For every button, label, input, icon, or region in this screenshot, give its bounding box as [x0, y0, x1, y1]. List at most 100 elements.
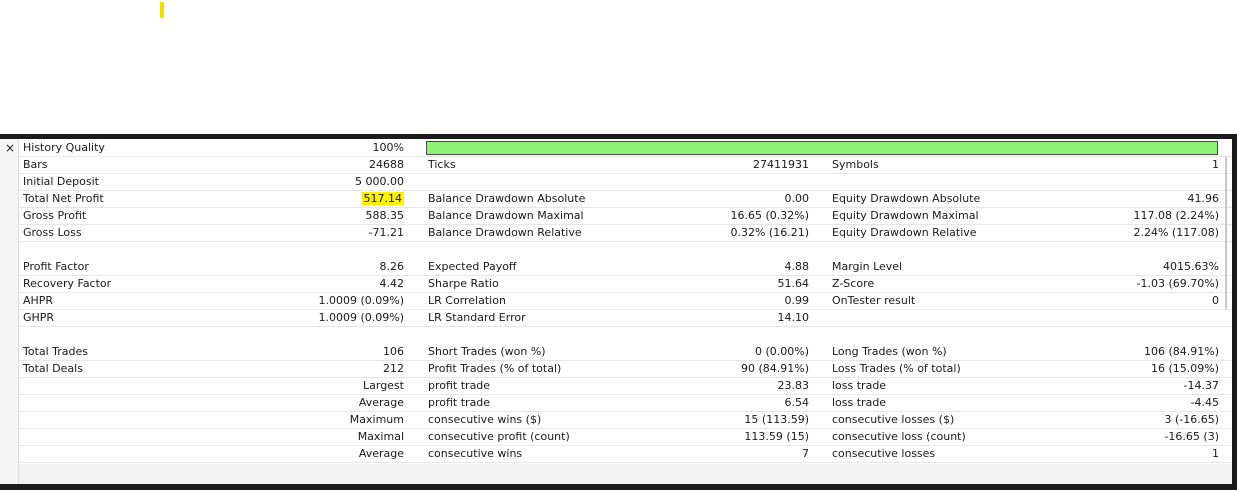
stat-value: 106	[383, 345, 404, 358]
stat-value: 16.65 (0.32%)	[730, 209, 809, 222]
table-row: Recovery Factor 4.42 Sharpe Ratio 51.64 Z-Sc…	[19, 275, 1232, 293]
table-row: GHPR 1.0009 (0.09%) LR Standard Error 14.10	[19, 309, 1232, 327]
cell-value: 14.10	[579, 309, 810, 326]
highlight-marker	[160, 2, 164, 18]
cell-value: 15 (113.59)	[579, 411, 809, 428]
stat-value: 8.26	[379, 260, 405, 273]
stat-label: LR Standard Error	[428, 311, 526, 324]
stat-value: -16.65 (3)	[1164, 430, 1219, 443]
stat-label: consecutive wins	[428, 447, 523, 460]
cell-value: Maximal	[249, 428, 404, 445]
stat-value: -1.03 (69.70%)	[1136, 277, 1219, 290]
cell-value: 1	[979, 445, 1219, 462]
stat-label: Sharpe Ratio	[428, 277, 499, 290]
stat-label: Gross Profit	[23, 209, 87, 222]
cell-value: Maximum	[249, 411, 404, 428]
cell-value: 24688	[249, 156, 404, 173]
cell-value: 0.99	[579, 292, 810, 309]
stat-value: 0.00	[784, 192, 810, 205]
stat-label: profit trade	[428, 396, 491, 409]
cell-value: 16 (15.09%)	[979, 360, 1219, 377]
cell-value: -4.45	[979, 394, 1219, 411]
cell-value: 0	[979, 292, 1219, 309]
stat-label: Recovery Factor	[23, 277, 112, 290]
cell-value: 517.14	[249, 190, 404, 207]
net-profit-highlight: 517.14	[361, 192, 404, 205]
history-quality-bar	[426, 141, 1218, 155]
cell-value: 106	[249, 343, 404, 360]
cell-value: 1.0009 (0.09%)	[249, 292, 404, 309]
stat-value: Average	[358, 396, 404, 409]
stat-label: Bars	[23, 158, 48, 171]
stat-label: Balance Drawdown Maximal	[428, 209, 584, 222]
stat-label: Profit Trades (% of total)	[428, 362, 562, 375]
cell-value: 23.83	[579, 377, 810, 394]
stat-value: Largest	[363, 379, 404, 392]
stat-value: 1.0009 (0.09%)	[318, 294, 404, 307]
stat-value: 0.32% (16.21)	[730, 226, 809, 239]
cell-value: 106 (84.91%)	[979, 343, 1219, 360]
table-row: Average consecutive wins 7 consecutive loss…	[19, 445, 1232, 463]
cell-label: Total Deals	[23, 360, 253, 377]
stat-value: 24688	[369, 158, 404, 171]
table-row: Bars 24688 Ticks 27411931 Symbols 1	[19, 156, 1232, 174]
panel-sidebar: ×	[0, 139, 19, 484]
panel-right-border	[1232, 134, 1237, 490]
stat-value: 3 (-16.65)	[1164, 413, 1219, 426]
stat-label: Z-Score	[832, 277, 875, 290]
close-icon[interactable]: ×	[4, 141, 16, 155]
stat-value: 1	[1212, 158, 1219, 171]
stat-value: -71.21	[368, 226, 404, 239]
table-row: Total Deals 212 Profit Trades (% of total)…	[19, 360, 1232, 378]
stat-value: 106 (84.91%)	[1143, 345, 1219, 358]
cell-value: 51.64	[579, 275, 810, 292]
cell-value: 4.42	[249, 275, 405, 292]
table-row: Profit Factor 8.26 Expected Payoff 4.88 Marg…	[19, 258, 1232, 276]
stat-label: Balance Drawdown Absolute	[428, 192, 586, 205]
stat-value: Average	[358, 447, 404, 460]
stat-label: Initial Deposit	[23, 175, 99, 188]
stat-value: 5 000.00	[355, 175, 404, 188]
stat-label: Symbols	[832, 158, 879, 171]
stat-label: Short Trades (won %)	[428, 345, 546, 358]
cell-value: 4015.63%	[979, 258, 1219, 275]
cell-value: 0.32% (16.21)	[579, 224, 809, 241]
stat-label: Balance Drawdown Relative	[428, 226, 582, 239]
cell-value: 100%	[249, 139, 404, 156]
stat-value: 41.96	[1187, 192, 1220, 205]
stat-value: 15 (113.59)	[744, 413, 809, 426]
cell-value: 16.65 (0.32%)	[579, 207, 809, 224]
stat-value: 113.59 (15)	[744, 430, 809, 443]
scrollbar[interactable]	[1225, 157, 1227, 309]
stat-value: 117.08 (2.24%)	[1133, 209, 1219, 222]
stat-label: AHPR	[23, 294, 54, 307]
cell-value: 588.35	[249, 207, 405, 224]
cell-value: 90 (84.91%)	[579, 360, 809, 377]
cell-value: 6.54	[579, 394, 810, 411]
stat-value: 51.64	[777, 277, 810, 290]
cell-value: 0.00	[579, 190, 810, 207]
stat-label: Gross Loss	[23, 226, 82, 239]
cell-value: 7	[579, 445, 809, 462]
stat-label: Expected Payoff	[428, 260, 517, 273]
cell-label: Profit Factor	[23, 258, 253, 275]
stat-label: OnTester result	[832, 294, 916, 307]
cell-value: Largest	[249, 377, 404, 394]
stat-label: consecutive losses ($)	[832, 413, 955, 426]
stat-label: profit trade	[428, 379, 491, 392]
cell-label: Gross Profit	[23, 207, 253, 224]
stat-label: Loss Trades (% of total)	[832, 362, 961, 375]
stat-label: LR Correlation	[428, 294, 506, 307]
stat-label: History Quality	[23, 141, 105, 154]
stat-label: loss trade	[832, 379, 887, 392]
cell-label: Bars	[23, 156, 253, 173]
stat-value: 4.42	[379, 277, 405, 290]
table-row: Maximal consecutive profit (count) 113.59 …	[19, 428, 1232, 446]
cell-value: 1.0009 (0.09%)	[249, 309, 404, 326]
table-row: AHPR 1.0009 (0.09%) LR Correlation 0.99 OnTe…	[19, 292, 1232, 310]
stat-value: 4.88	[784, 260, 810, 273]
cell-label: Recovery Factor	[23, 275, 253, 292]
stat-label: Long Trades (won %)	[832, 345, 947, 358]
stat-value: 27411931	[753, 158, 809, 171]
table-row: Gross Loss -71.21 Balance Drawdown Relativ…	[19, 224, 1232, 242]
